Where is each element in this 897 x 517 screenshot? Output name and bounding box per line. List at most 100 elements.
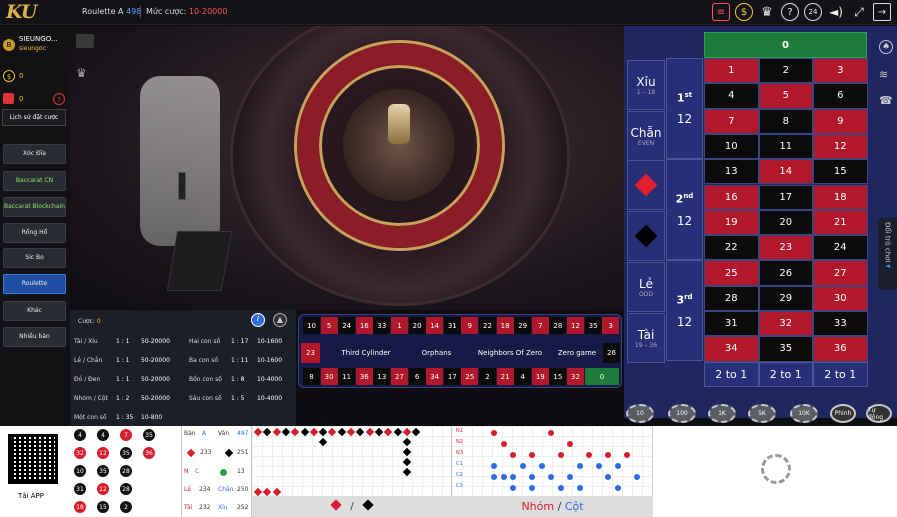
info-icon[interactable]: i [251,313,265,327]
race-number[interactable]: 14 [426,317,444,334]
gift-icon[interactable] [3,93,14,104]
help-icon[interactable]: ? [781,3,799,21]
column-bet-2to1[interactable]: 2 to 1 [813,362,868,387]
number-cell[interactable]: 15 [813,159,868,185]
chip-10[interactable]: 10 [626,404,654,423]
phone-icon[interactable]: ☎ [879,94,893,107]
app-download[interactable]: Tải APP [0,426,70,517]
number-cell[interactable]: 19 [704,209,759,236]
race-number[interactable]: 1 [391,317,408,334]
bet-history-icon[interactable]: ≡ [712,3,730,21]
number-cell[interactable]: 8 [758,108,813,134]
number-cell[interactable]: 12 [813,133,868,160]
number-cell[interactable]: 34 [704,336,759,362]
race-number[interactable]: 30 [320,368,338,385]
chip-1K[interactable]: 1K [708,404,736,423]
nav-roulette[interactable]: Roulette [3,274,66,294]
number-cell[interactable]: 14 [758,159,813,185]
bet-history-button[interactable]: Lịch sử đặt cược [2,109,66,126]
number-cell[interactable]: 29 [758,285,813,311]
race-number[interactable]: 7 [531,317,549,334]
number-cell[interactable]: 17 [758,184,813,210]
race-zero[interactable]: 0 [585,368,619,385]
race-number[interactable]: 15 [549,368,567,385]
number-cell[interactable]: 10 [704,133,759,160]
nav-rong-ho[interactable]: Rồng Hổ [3,223,66,243]
number-cell[interactable]: 21 [813,209,868,236]
zero-cell[interactable]: 0 [704,32,867,58]
dozen-bet[interactable]: 2nd 12 [666,159,703,261]
24h-icon[interactable]: 24 [804,3,822,21]
race-section[interactable]: Neighbors Of Zero [469,343,551,363]
race-number[interactable]: 3 [602,317,620,334]
race-number[interactable]: 20 [408,317,426,334]
spade-icon[interactable]: ♠ [879,40,893,54]
number-cell[interactable]: 23 [758,235,813,261]
race-number[interactable]: 35 [584,317,602,334]
exit-icon[interactable]: → [873,3,891,21]
race-number[interactable]: 24 [338,317,356,334]
crown-icon[interactable]: ♛ [76,66,87,80]
change-game-tab[interactable]: Đổi trò chơi ◄ [878,218,897,290]
number-cell[interactable]: 1 [704,58,759,84]
race-number[interactable]: 33 [373,317,391,334]
number-cell[interactable]: 28 [704,285,759,311]
number-cell[interactable]: 24 [813,235,868,261]
dozen-bet[interactable]: 3rd 12 [666,260,703,362]
nav-sic-bo[interactable]: Sic Bo [3,248,66,268]
race-number[interactable]: 34 [426,368,444,385]
number-cell[interactable]: 26 [758,260,813,286]
number-cell[interactable]: 35 [758,336,813,362]
up-arrow-icon[interactable]: ▲ [273,313,287,327]
race-number[interactable]: 5 [320,317,338,334]
number-cell[interactable]: 3 [813,58,868,84]
number-cell[interactable]: 5 [758,83,813,109]
chip-100[interactable]: 100 [668,404,696,423]
question-icon[interactable]: ? [53,93,65,105]
race-number[interactable]: 13 [373,368,391,385]
number-cell[interactable]: 27 [813,260,868,286]
race-number[interactable]: 18 [496,317,514,334]
race-number[interactable]: 22 [479,317,496,334]
race-number[interactable]: 6 [408,368,426,385]
race-number[interactable]: 8 [303,368,320,385]
chip-10K[interactable]: 10K [790,404,818,423]
trophy-icon[interactable]: ♛ [758,3,776,21]
number-cell[interactable]: 9 [813,108,868,134]
black-bet[interactable] [627,211,665,261]
odd-bet[interactable]: Lẻ ODD [627,262,665,312]
nav-baccarat-cn[interactable]: Baccarat CN [3,171,66,191]
nav-baccarat-blockchain[interactable]: Baccarat Blockchain [3,197,66,217]
coin-icon[interactable]: $ [735,3,753,21]
number-cell[interactable]: 30 [813,285,868,311]
race-number[interactable]: 2 [479,368,496,385]
number-cell[interactable]: 13 [704,159,759,185]
race-number[interactable]: 16 [355,317,373,334]
nav-khac[interactable]: Khác [3,301,66,321]
fullscreen-icon[interactable]: ⤢ [850,3,868,21]
race-number[interactable]: 27 [391,368,408,385]
race-number[interactable]: 28 [549,317,567,334]
even-bet[interactable]: Chẵn EVEN [627,111,665,161]
race-section[interactable]: Zero game [555,343,599,363]
number-cell[interactable]: 4 [704,83,759,109]
race-number[interactable]: 11 [338,368,356,385]
video-icon[interactable] [76,34,94,48]
number-cell[interactable]: 16 [704,184,759,210]
race-number[interactable]: 4 [514,368,532,385]
race-section[interactable]: Orphans [409,343,464,363]
race-number[interactable]: 9 [461,317,479,334]
number-cell[interactable]: 6 [813,83,868,109]
race-number[interactable]: 26 [603,343,620,363]
race-number[interactable]: 19 [531,368,549,385]
sound-icon[interactable]: ◄) [827,3,845,21]
nav-multi-table[interactable]: Nhiều bàn [3,327,66,347]
race-track[interactable]: 10 5 24 16 33 1 20 14 31 9 22 18 29 7 28 12 35 3 8 30 11 36 13… [298,314,622,388]
race-section[interactable]: Third Cylinder [327,343,405,363]
column-bet-2to1[interactable]: 2 to 1 [758,362,813,387]
number-cell[interactable]: 2 [758,58,813,84]
number-cell[interactable]: 18 [813,184,868,210]
big-bet[interactable]: Tài 19 – 36 [627,313,665,363]
number-cell[interactable]: 36 [813,336,868,362]
small-bet[interactable]: Xỉu 1 – 18 [627,60,665,110]
